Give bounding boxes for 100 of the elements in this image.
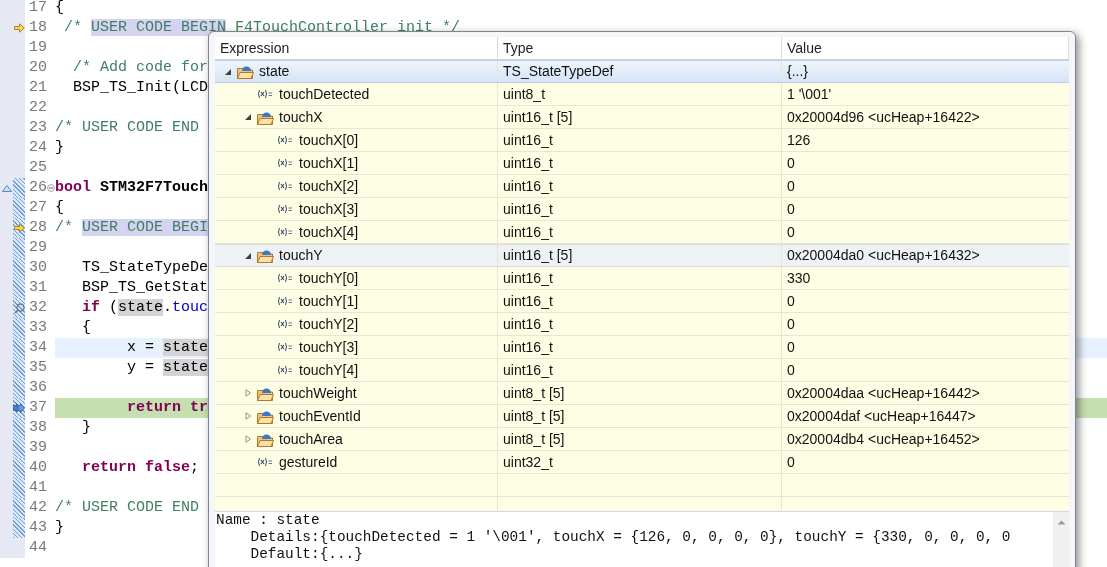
tree-row[interactable]: touchY[2] uint16_t 0	[215, 313, 1069, 336]
type-cell-text: uint8_t [5]	[503, 383, 565, 403]
expression-name: touchDetected	[279, 84, 370, 104]
value-cell-text: {...}	[787, 62, 809, 81]
code-line: bool STM32F7Touch	[55, 178, 209, 198]
scrollbar[interactable]	[1053, 512, 1069, 567]
type-cell-text: uint16_t [5]	[503, 107, 573, 127]
type-cell-text: uint16_t	[503, 360, 553, 380]
expression-name: touchY[0]	[299, 268, 359, 288]
variable-icon	[277, 365, 293, 375]
value-cell-text: 0x20004db4 <ucHeap+16452>	[787, 429, 980, 449]
code-line: TS_StateTypeDe	[81, 258, 209, 278]
column-header[interactable]: Type	[498, 37, 782, 59]
type-cell-text: uint16_t	[503, 130, 553, 150]
tree-row[interactable]: state TS_StateTypeDef {...}	[215, 60, 1069, 83]
arrow-icon	[13, 223, 25, 233]
tree-row[interactable]: touchEventId uint8_t [5] 0x20004daf <ucHeap+16447>	[215, 405, 1069, 428]
expression-name: touchX[4]	[299, 222, 359, 242]
code-line: {	[55, 198, 64, 218]
variable-icon	[277, 204, 293, 214]
detail-line: Default:{...}	[249, 546, 364, 563]
tree-row[interactable]: touchX[2] uint16_t 0	[215, 175, 1069, 198]
code-line: /* USER CODE END	[55, 118, 200, 138]
type-cell-text: uint16_t	[503, 176, 553, 196]
collapsed-caret-icon[interactable]	[244, 412, 252, 420]
line-number: 38	[28, 418, 47, 438]
line-number: 18	[28, 18, 47, 38]
variable-icon	[277, 227, 293, 237]
line-number: 40	[28, 458, 47, 478]
tree-row[interactable]: touchY[1] uint16_t 0	[215, 290, 1069, 313]
value-cell-text: 1 '\001'	[787, 84, 832, 104]
line-number: 37	[28, 398, 47, 418]
type-cell-text: uint16_t	[503, 268, 553, 288]
variable-icon	[257, 89, 273, 99]
tree-row[interactable]: touchY uint16_t [5] 0x20004da0 <ucHeap+16432>	[215, 244, 1069, 267]
code-line: /* USER CODE END	[55, 498, 200, 518]
tree-row[interactable]: gestureId uint32_t 0	[215, 451, 1069, 474]
line-number: 39	[28, 438, 47, 458]
expanded-caret-icon[interactable]	[244, 251, 252, 260]
tree-row[interactable]: touchX[3] uint16_t 0	[215, 198, 1069, 221]
value-cell-text: 0x20004daf <ucHeap+16447>	[787, 406, 976, 426]
expression-name: touchY	[279, 246, 323, 265]
collapse-icon[interactable]	[47, 184, 55, 192]
collapsed-caret-icon[interactable]	[244, 435, 252, 443]
column-header[interactable]: Expression	[215, 37, 498, 59]
line-number: 32	[28, 298, 47, 318]
collapsed-caret-icon[interactable]	[244, 389, 252, 397]
type-cell-text: TS_StateTypeDef	[503, 62, 614, 81]
value-cell-text: 0	[787, 337, 795, 357]
expression-name: touchX[3]	[299, 199, 359, 219]
tree-row[interactable]: touchWeight uint8_t [5] 0x20004daa <ucHeap+16442>	[215, 382, 1069, 405]
value-cell-text: 0x20004da0 <ucHeap+16432>	[787, 246, 980, 265]
tree-row[interactable]: touchX uint16_t [5] 0x20004d96 <ucHeap+16422>	[215, 106, 1069, 129]
expression-name: touchX	[279, 107, 323, 127]
expression-name: touchX[0]	[299, 130, 359, 150]
value-cell-text: 0	[787, 291, 795, 311]
line-number: 24	[28, 138, 47, 158]
tree-row[interactable]: touchY[4] uint16_t 0	[215, 359, 1069, 382]
line-number: 42	[28, 498, 47, 518]
type-cell-text: uint16_t	[503, 222, 553, 242]
tree-row[interactable]: touchY[3] uint16_t 0	[215, 336, 1069, 359]
code-line: /* Add code for	[72, 58, 209, 78]
value-cell-text: 0	[787, 176, 795, 196]
tree-row[interactable]: touchArea uint8_t [5] 0x20004db4 <ucHeap+16452>	[215, 428, 1069, 451]
expanded-caret-icon[interactable]	[244, 113, 252, 121]
code-line: BSP_TS_Init(LCD	[72, 78, 209, 98]
line-number: 43	[28, 518, 47, 538]
expression-name: touchArea	[279, 429, 343, 449]
tree-row[interactable]: touchDetected uint8_t 1 '\001'	[215, 83, 1069, 106]
double-arrow-icon	[13, 403, 25, 413]
expression-name: touchX[2]	[299, 176, 359, 196]
expression-name: touchY[2]	[299, 314, 359, 334]
code-line: }	[55, 518, 64, 538]
type-cell-text: uint16_t	[503, 291, 553, 311]
variable-icon	[257, 457, 273, 467]
code-line: BSP_TS_GetStat	[81, 278, 209, 298]
tree-row[interactable]: touchY[0] uint16_t 330	[215, 267, 1069, 290]
search-icon	[13, 302, 25, 314]
folder-icon	[237, 64, 254, 79]
expression-name: touchY[3]	[299, 337, 359, 357]
variable-icon	[277, 342, 293, 352]
tree-row[interactable]: touchX[0] uint16_t 126	[215, 129, 1069, 152]
code-line: }	[55, 138, 64, 158]
detail-line: Details:{touchDetected = 1 '\001', touchX = {126, 0, 0, 0, 0}, touchY = {330, 0, 0, 0, 0	[249, 529, 1012, 546]
arrow-icon	[13, 23, 25, 33]
line-number: 23	[28, 118, 47, 138]
tree-row[interactable]: touchX[1] uint16_t 0	[215, 152, 1069, 175]
value-cell-text: 0	[787, 153, 795, 173]
value-cell-text: 0x20004daa <ucHeap+16442>	[787, 383, 980, 403]
column-header[interactable]: Value	[782, 37, 1069, 59]
value-cell-text: 0	[787, 314, 795, 334]
line-number: 28	[28, 218, 47, 238]
scroll-up-icon[interactable]	[1056, 520, 1066, 525]
tree-row[interactable]: touchX[4] uint16_t 0	[215, 221, 1069, 244]
line-number: 17	[28, 0, 47, 18]
expression-name: gestureId	[279, 452, 338, 472]
fold-marker-icon	[1, 184, 12, 192]
code-line: return tr	[126, 398, 209, 418]
variable-icon	[277, 158, 293, 168]
expanded-caret-icon[interactable]	[224, 67, 232, 76]
